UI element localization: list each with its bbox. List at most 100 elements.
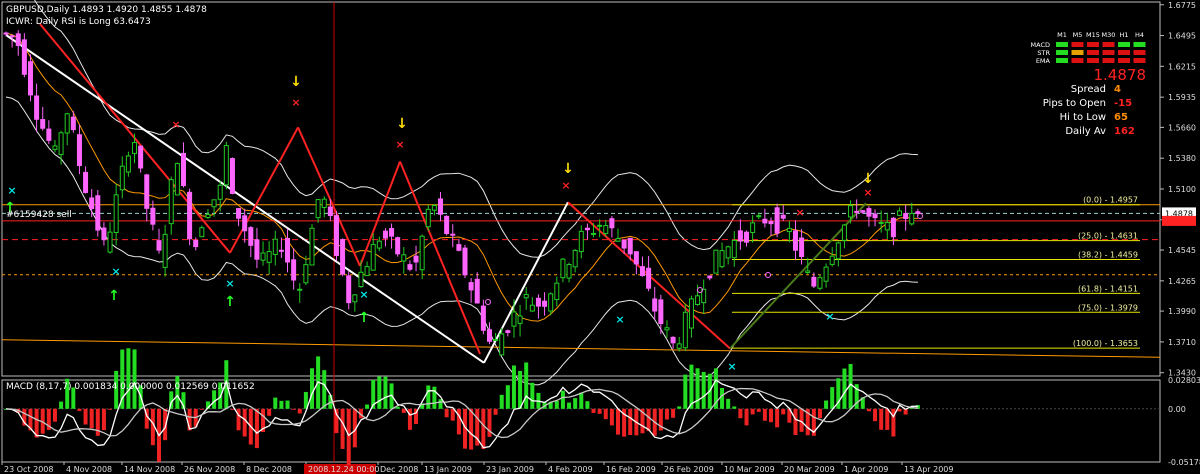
- candle-body: [431, 205, 437, 211]
- macd-histogram-bar: [560, 390, 565, 409]
- circle-marker: [485, 299, 491, 305]
- macd-histogram-bar: [242, 408, 247, 437]
- timeframe-label: M1: [1057, 31, 1067, 39]
- candle-body: [150, 207, 156, 225]
- chart-header-rsi: ICWR: Daily RSI is Long 63.6473: [6, 17, 151, 27]
- macd-tick-label: 0.00: [1168, 405, 1186, 414]
- candle-body: [486, 329, 492, 342]
- macd-histogram-bar: [573, 398, 578, 409]
- stat-value: 162: [1114, 126, 1135, 137]
- candle-body: [737, 230, 743, 242]
- candle-body: [193, 239, 199, 248]
- candle-body: [15, 33, 21, 46]
- signal-cell: [1087, 42, 1099, 47]
- macd-histogram-bar: [897, 408, 902, 412]
- macd-histogram-bar: [126, 348, 131, 409]
- candle-body: [291, 259, 297, 281]
- x-tick-label: 2008.12.24 00:00: [308, 465, 379, 474]
- signal-cell: [1056, 58, 1068, 63]
- indicator-label: MACD: [1031, 41, 1050, 49]
- chart-header-symbol: GBPUSD,Daily 1.4893 1.4920 1.4855 1.4878: [6, 5, 207, 15]
- candle-body: [774, 207, 780, 234]
- macd-histogram-bar: [744, 408, 749, 426]
- signal-cell: [1118, 50, 1130, 55]
- time-axis: 23 Oct 2008 4 Nov 2008 14 Nov 2008 26 Nov 2…: [1, 462, 953, 474]
- candle-body: [707, 275, 713, 279]
- macd-histogram-bar: [842, 368, 847, 409]
- candle-body: [333, 215, 339, 256]
- stat-label: Pips to Open: [1043, 98, 1106, 109]
- candle-body: [64, 113, 70, 134]
- candle-body: [340, 239, 346, 275]
- candle-body: [27, 61, 33, 96]
- macd-histogram-bar: [720, 388, 725, 409]
- macd-histogram-bar: [756, 408, 761, 412]
- candle-body: [584, 227, 590, 231]
- candle-body: [719, 250, 725, 268]
- up-arrow-icon: ↑: [358, 310, 370, 326]
- order-label: #6159428 sell: [6, 210, 72, 220]
- macd-histogram-bar: [346, 408, 351, 466]
- signal-cell: [1133, 50, 1146, 55]
- candles: [3, 30, 921, 356]
- x-mark-icon: ×: [395, 138, 404, 151]
- candle-body: [382, 230, 388, 239]
- macd-histogram-bar: [132, 349, 137, 409]
- candle-body: [315, 199, 321, 219]
- candle-body: [805, 270, 811, 273]
- candle-body: [542, 300, 548, 307]
- fib-label: (61.8) - 1.4151: [1078, 284, 1138, 293]
- macd-histogram-bar: [101, 408, 106, 431]
- timeframe-label: M5: [1073, 31, 1083, 39]
- candle-body: [823, 266, 829, 282]
- macd-histogram-bar: [89, 408, 94, 429]
- signal-cell: [1133, 42, 1146, 47]
- candle-body: [144, 174, 150, 209]
- candle-body: [462, 247, 468, 276]
- macd-histogram-bar: [866, 408, 871, 412]
- macd-histogram-bar: [279, 400, 284, 409]
- macd-histogram-bar: [817, 408, 822, 419]
- candle-body: [107, 231, 113, 253]
- candle-body: [321, 198, 327, 209]
- x-mark-icon: ×: [863, 186, 872, 199]
- candle-body: [554, 282, 560, 301]
- candle-body: [278, 249, 284, 252]
- y-tick-label: 1.5935: [1168, 93, 1196, 102]
- macd-histogram-bar: [824, 400, 829, 409]
- macd-histogram-bar: [664, 408, 669, 420]
- down-arrow-icon: ↓: [290, 74, 302, 90]
- x-tick-label: 16 Feb 2009: [606, 465, 656, 474]
- macd-histogram-bar: [726, 398, 731, 409]
- candle-body: [205, 213, 211, 219]
- macd-histogram-bar: [689, 364, 694, 409]
- signal-cell: [1118, 42, 1130, 47]
- signal-cell: [1118, 58, 1130, 63]
- candle-body: [468, 282, 474, 291]
- macd-histogram-bar: [530, 382, 535, 409]
- macd-histogram-bar: [77, 408, 82, 412]
- candle-body: [413, 255, 419, 263]
- order-tag-box: [1162, 215, 1196, 226]
- candle-body: [21, 39, 27, 75]
- candle-body: [676, 343, 682, 349]
- zigzag-down: [5, 34, 485, 364]
- candle-body: [872, 213, 878, 219]
- macd-histogram-bar: [456, 408, 461, 435]
- stat-value: 65: [1114, 112, 1128, 123]
- fib-label: (100.0) - 1.3653: [1073, 339, 1138, 348]
- macd-histogram-bar: [677, 406, 682, 409]
- macd-histogram-bar: [597, 408, 602, 414]
- macd-histogram-bar: [499, 394, 504, 409]
- macd-histogram-bar: [267, 408, 272, 416]
- candle-body: [811, 276, 817, 287]
- candle-body: [450, 233, 456, 236]
- macd-histogram-bar: [750, 408, 755, 415]
- candle-body: [597, 224, 603, 227]
- macd-histogram-bar: [199, 408, 204, 410]
- candle-body: [829, 255, 835, 265]
- candle-body: [591, 232, 597, 235]
- candle-body: [364, 266, 370, 277]
- macd-histogram-bar: [830, 387, 835, 409]
- candle-body: [658, 299, 664, 325]
